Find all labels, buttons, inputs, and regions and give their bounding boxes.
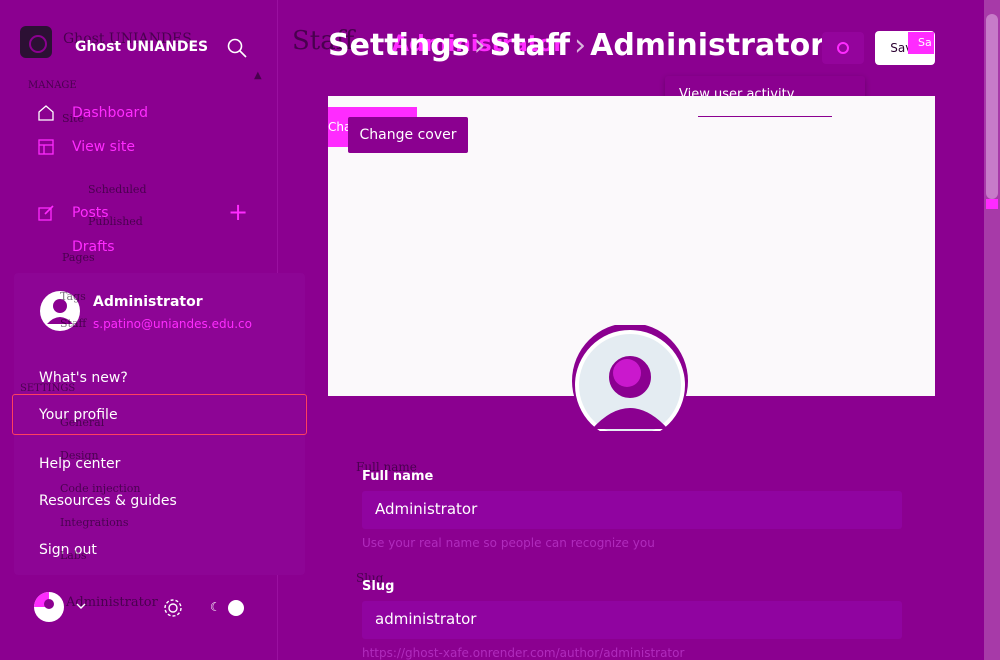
- scrollbar-marker: [986, 199, 998, 209]
- slug-field[interactable]: administrator: [362, 601, 902, 639]
- menu-your-profile-label: Your profile: [39, 407, 118, 423]
- menu-your-profile[interactable]: Your profile: [12, 394, 307, 435]
- ghost-manage: MANAGE: [28, 80, 77, 91]
- menu-whats-new[interactable]: What's new?: [39, 370, 128, 386]
- avatar: [40, 291, 80, 331]
- breadcrumb-staff[interactable]: Staff: [490, 28, 571, 63]
- toggle-knob: [228, 600, 244, 616]
- sidebar-item-dashboard[interactable]: Dashboard: [72, 105, 148, 121]
- breadcrumb: Settings › Staff › Administrator: [328, 28, 825, 63]
- chevron-down-icon[interactable]: [75, 600, 87, 612]
- pencil-icon: [38, 205, 54, 221]
- menu-help-center[interactable]: Help center: [39, 456, 120, 472]
- full-name-label: Full name: [362, 469, 434, 484]
- menu-sign-out[interactable]: Sign out: [39, 542, 97, 558]
- save-ghost-button: Sa: [908, 32, 934, 54]
- home-icon: [38, 105, 54, 121]
- settings-icon: [837, 42, 849, 54]
- brand-name[interactable]: Ghost UNIANDES: [75, 39, 208, 55]
- search-icon[interactable]: [226, 37, 248, 59]
- change-cover-button[interactable]: Change cover: [348, 117, 468, 153]
- ghost-scheduled: Scheduled: [88, 183, 147, 196]
- user-actions-button[interactable]: [822, 32, 864, 64]
- user-menu-name: Administrator: [93, 294, 203, 310]
- full-name-hint: Use your real name so people can recogni…: [362, 536, 655, 550]
- dark-mode-toggle[interactable]: ☾: [206, 598, 246, 618]
- sidebar-item-posts[interactable]: Posts: [72, 205, 109, 221]
- scrollbar[interactable]: [984, 0, 1000, 660]
- full-name-field[interactable]: Administrator: [362, 491, 902, 529]
- sidebar-item-view-site[interactable]: View site: [72, 139, 135, 155]
- page-title: Administrator: [590, 28, 825, 63]
- breadcrumb-settings[interactable]: Settings: [328, 28, 470, 63]
- sidebar: Ghost UNIANDES Ghost UNIANDES ▲ MANAGE S…: [0, 0, 307, 660]
- profile-photo[interactable]: [567, 325, 693, 431]
- moon-icon: ☾: [210, 600, 221, 614]
- account-avatar[interactable]: [33, 591, 65, 623]
- slug-label: Slug: [362, 579, 395, 594]
- scrollbar-thumb[interactable]: [986, 14, 998, 199]
- menu-resources-guides[interactable]: Resources & guides: [39, 493, 177, 509]
- user-menu: Administrator s.patino@uniandes.edu.co W…: [12, 273, 307, 575]
- dropdown-underline: [698, 116, 832, 117]
- layout-icon: [38, 139, 54, 155]
- slug-url-hint: https://ghost-xafe.onrender.com/author/a…: [362, 646, 685, 660]
- scroll-caret-icon: ▲: [254, 70, 262, 81]
- gear-icon[interactable]: [162, 597, 184, 619]
- brand-logo[interactable]: [20, 26, 52, 58]
- sidebar-item-drafts[interactable]: Drafts: [72, 239, 115, 255]
- add-post-icon[interactable]: +: [228, 200, 248, 224]
- user-menu-email: s.patino@uniandes.edu.co: [93, 317, 252, 331]
